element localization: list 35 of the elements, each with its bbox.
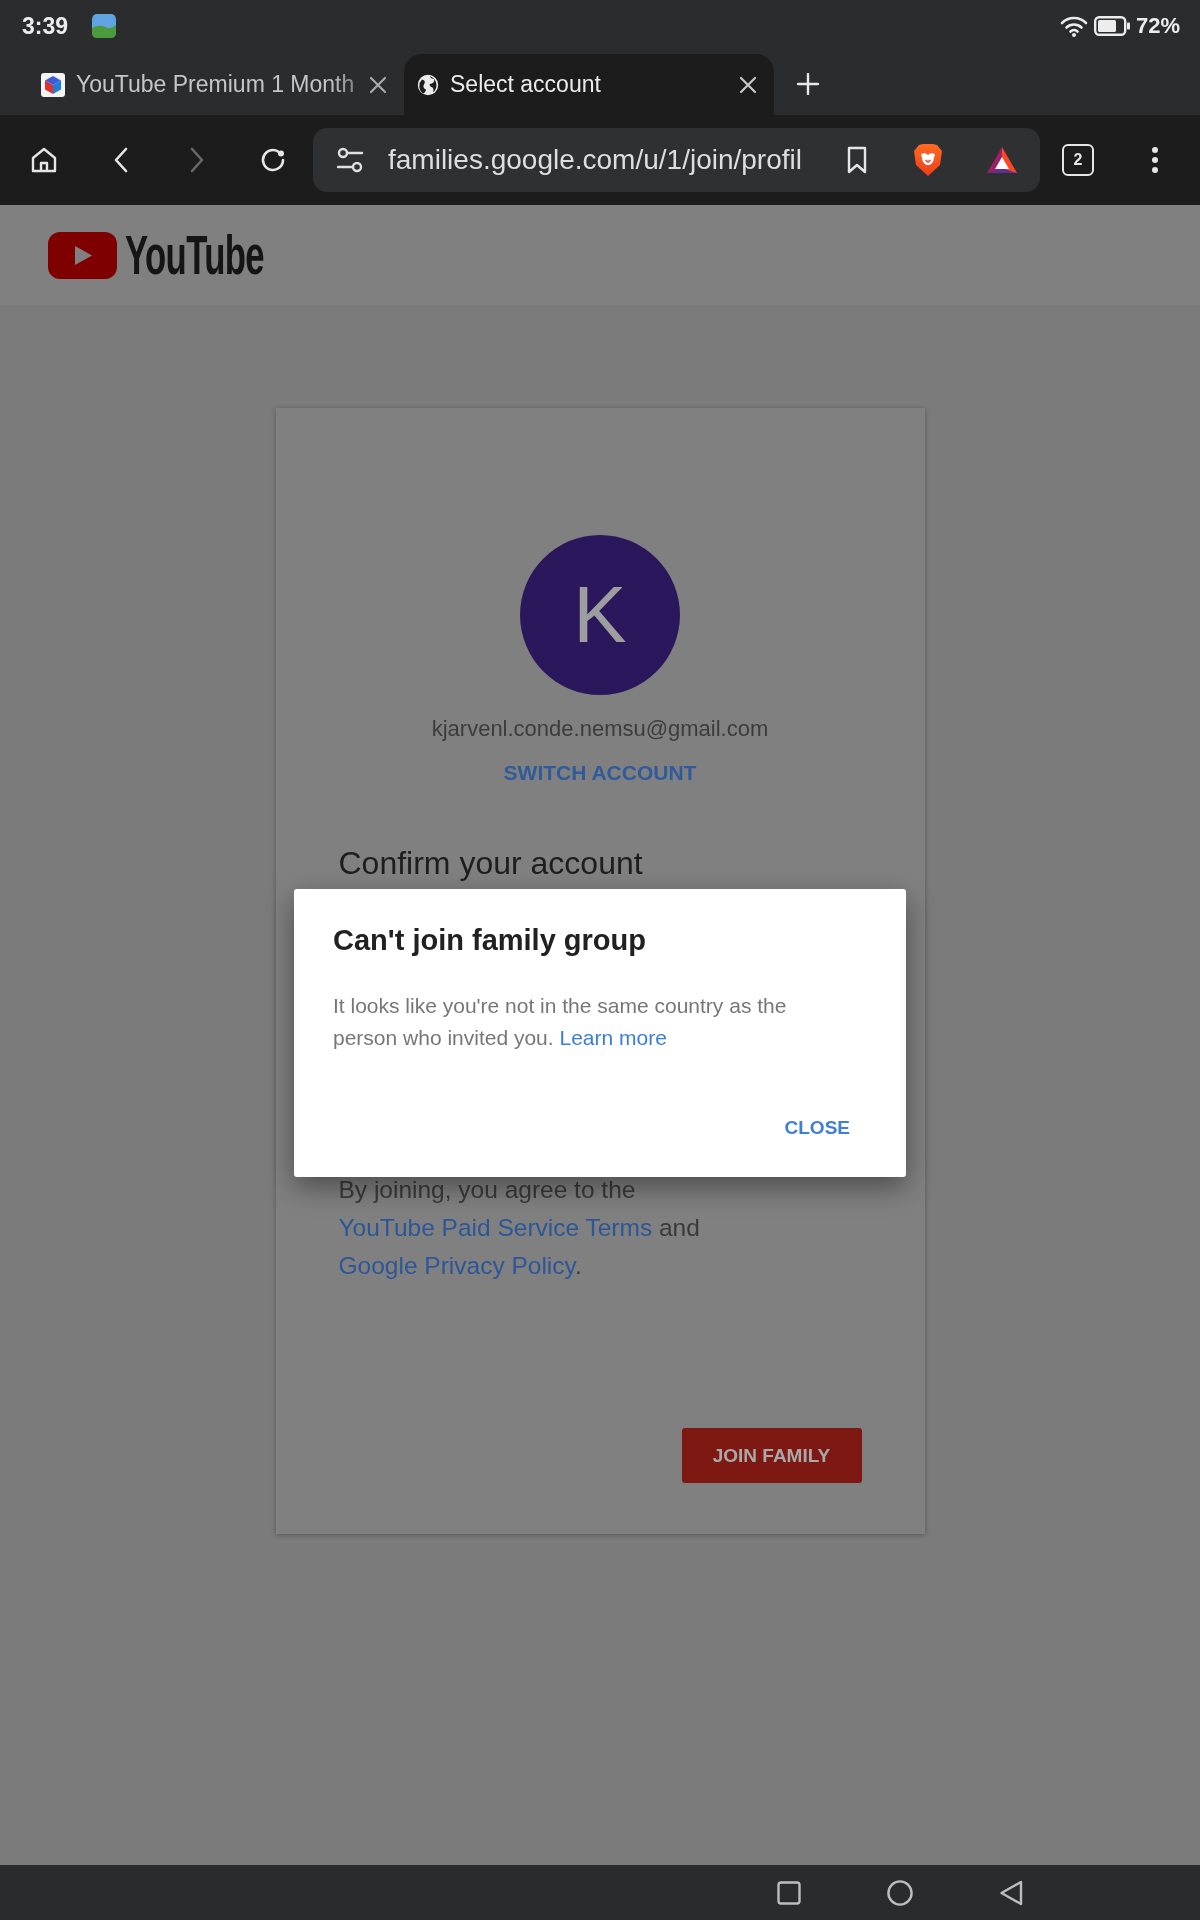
clock-time: 3:39 bbox=[22, 12, 69, 40]
battery-percent: 72% bbox=[1135, 13, 1180, 39]
url-text: families.google.com/u/1/join/profil bbox=[388, 144, 803, 176]
join-family-button[interactable]: JOIN FAMILY bbox=[681, 1428, 862, 1483]
address-bar[interactable]: families.google.com/u/1/join/profil bbox=[313, 128, 1040, 192]
dialog-title: Can't join family group bbox=[333, 923, 647, 957]
circle-icon[interactable] bbox=[887, 1879, 913, 1906]
back-icon[interactable] bbox=[999, 1879, 1023, 1906]
close-icon[interactable] bbox=[739, 75, 757, 94]
reload-icon[interactable] bbox=[259, 146, 287, 174]
account-email: kjarvenl.conde.nemsu@gmail.com bbox=[431, 716, 769, 742]
tab-count-button[interactable]: 2 bbox=[1062, 144, 1094, 176]
triangle-icon[interactable] bbox=[986, 146, 1018, 174]
square-icon[interactable] bbox=[777, 1880, 801, 1905]
browser-tab[interactable]: YouTube Premium 1 Month bbox=[28, 54, 404, 115]
browser-tab[interactable]: Select account bbox=[404, 54, 774, 115]
globe-icon bbox=[417, 73, 439, 96]
play-icon[interactable] bbox=[48, 231, 117, 279]
more-icon[interactable] bbox=[1152, 147, 1158, 173]
section-heading: Confirm your account bbox=[338, 846, 643, 880]
home-icon[interactable] bbox=[30, 146, 58, 174]
logo-text[interactable]: YouTube bbox=[125, 227, 264, 283]
avatar: K bbox=[520, 535, 680, 695]
close-icon[interactable] bbox=[369, 75, 387, 94]
plus-icon[interactable] bbox=[797, 72, 819, 95]
close-button[interactable]: CLOSE bbox=[768, 1109, 866, 1147]
battery-icon bbox=[1093, 16, 1130, 36]
dialog-message: It looks like you're not in the same country as the person who invited you. Learn more bbox=[333, 993, 788, 1051]
bookmark-icon[interactable] bbox=[846, 146, 868, 174]
landscape-icon bbox=[92, 14, 117, 38]
wifi-icon bbox=[1059, 15, 1088, 37]
cube-icon bbox=[41, 72, 65, 97]
tune-icon[interactable] bbox=[336, 146, 364, 174]
text-link[interactable]: Learn more bbox=[559, 1026, 667, 1049]
lion-icon[interactable] bbox=[913, 143, 943, 177]
